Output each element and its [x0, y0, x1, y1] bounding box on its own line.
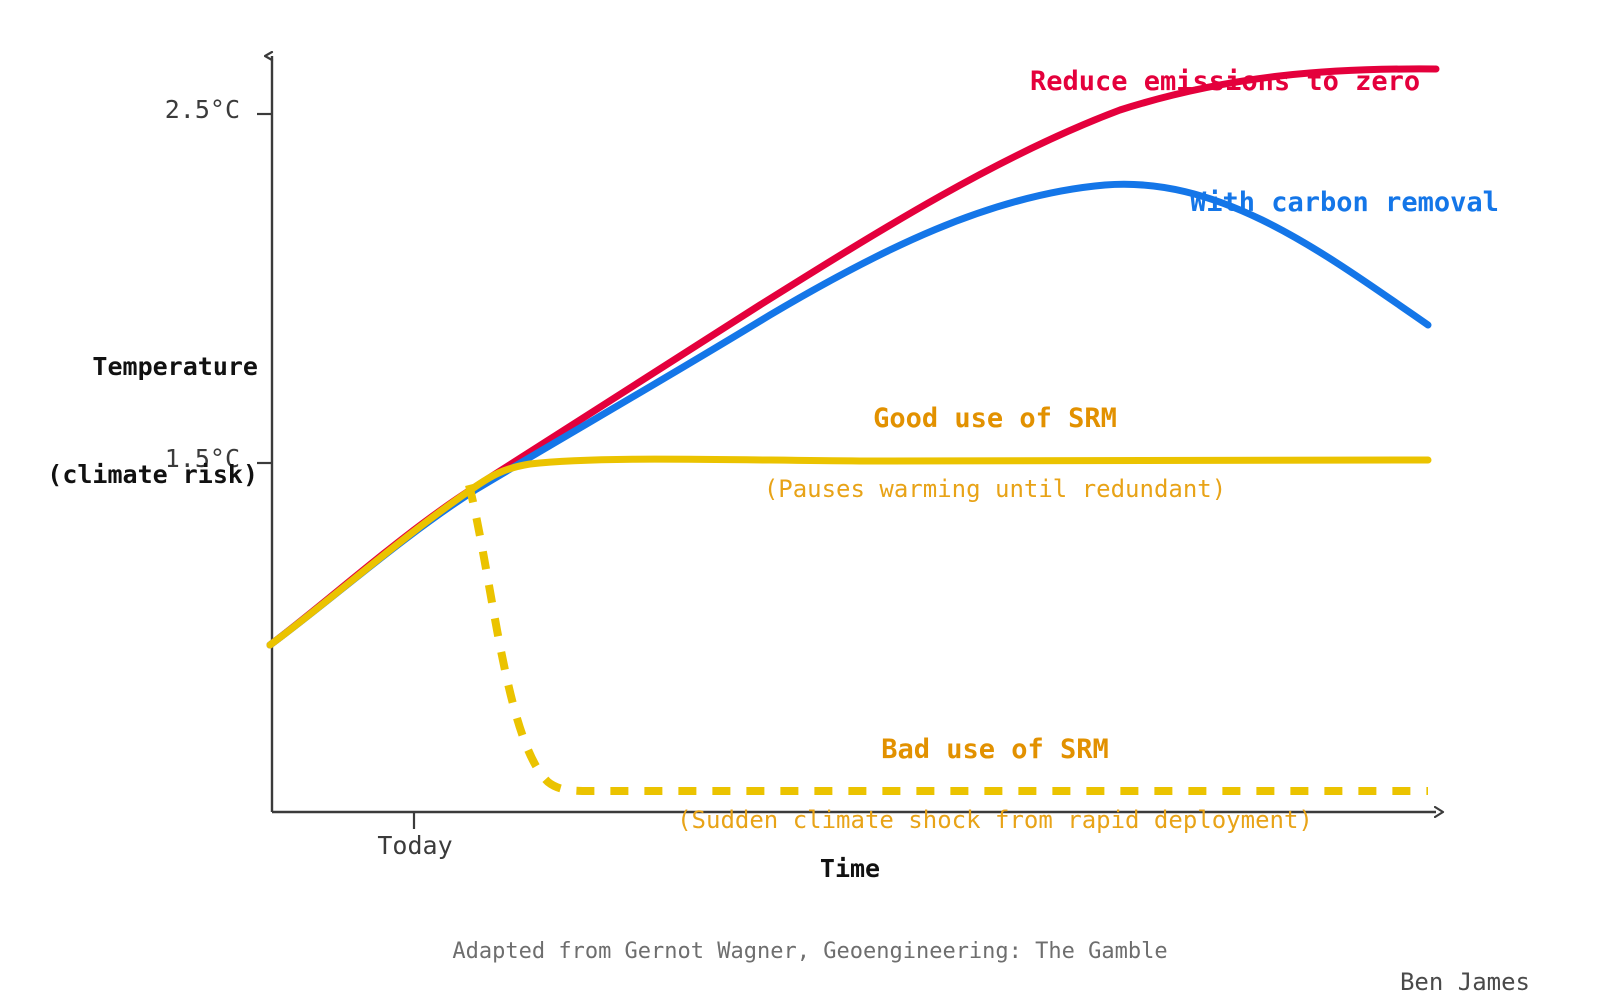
- y-axis-title: Temperature (climate risk): [20, 276, 258, 566]
- author-byline: Ben James benjames.io: [1230, 897, 1530, 1001]
- annotation-good-srm-title: Good use of SRM: [873, 402, 1117, 434]
- y-axis-title-line1: Temperature: [92, 351, 258, 381]
- y-tick-label-2-5: 2.5°C: [164, 95, 240, 124]
- annotation-carbon-removal: With carbon removal: [1190, 152, 1530, 254]
- annotation-bad-srm: Bad use of SRM (Sudden climate shock fro…: [640, 699, 1350, 870]
- annotation-good-srm-subtitle: (Pauses warming until redundant): [763, 474, 1227, 503]
- annotation-carbon-removal-title: With carbon removal: [1190, 186, 1499, 218]
- x-tick-label-today: Today: [377, 831, 453, 860]
- author-name: Ben James: [1399, 968, 1530, 997]
- chart-canvas: 2.5°C 1.5°C Temperature (climate risk) T…: [0, 0, 1600, 1001]
- annotation-reduce-emissions: Reduce emissions to zero: [1030, 31, 1470, 133]
- y-axis-title-line2: (climate risk): [47, 460, 258, 490]
- source-attribution: Adapted from Gernot Wagner, Geoengineeri…: [452, 939, 1168, 964]
- annotation-reduce-emissions-title: Reduce emissions to zero: [1030, 65, 1421, 97]
- annotation-good-srm: Good use of SRM (Pauses warming until re…: [745, 368, 1245, 539]
- annotation-bad-srm-title: Bad use of SRM: [881, 733, 1109, 765]
- annotation-bad-srm-subtitle: (Sudden climate shock from rapid deploym…: [677, 805, 1313, 834]
